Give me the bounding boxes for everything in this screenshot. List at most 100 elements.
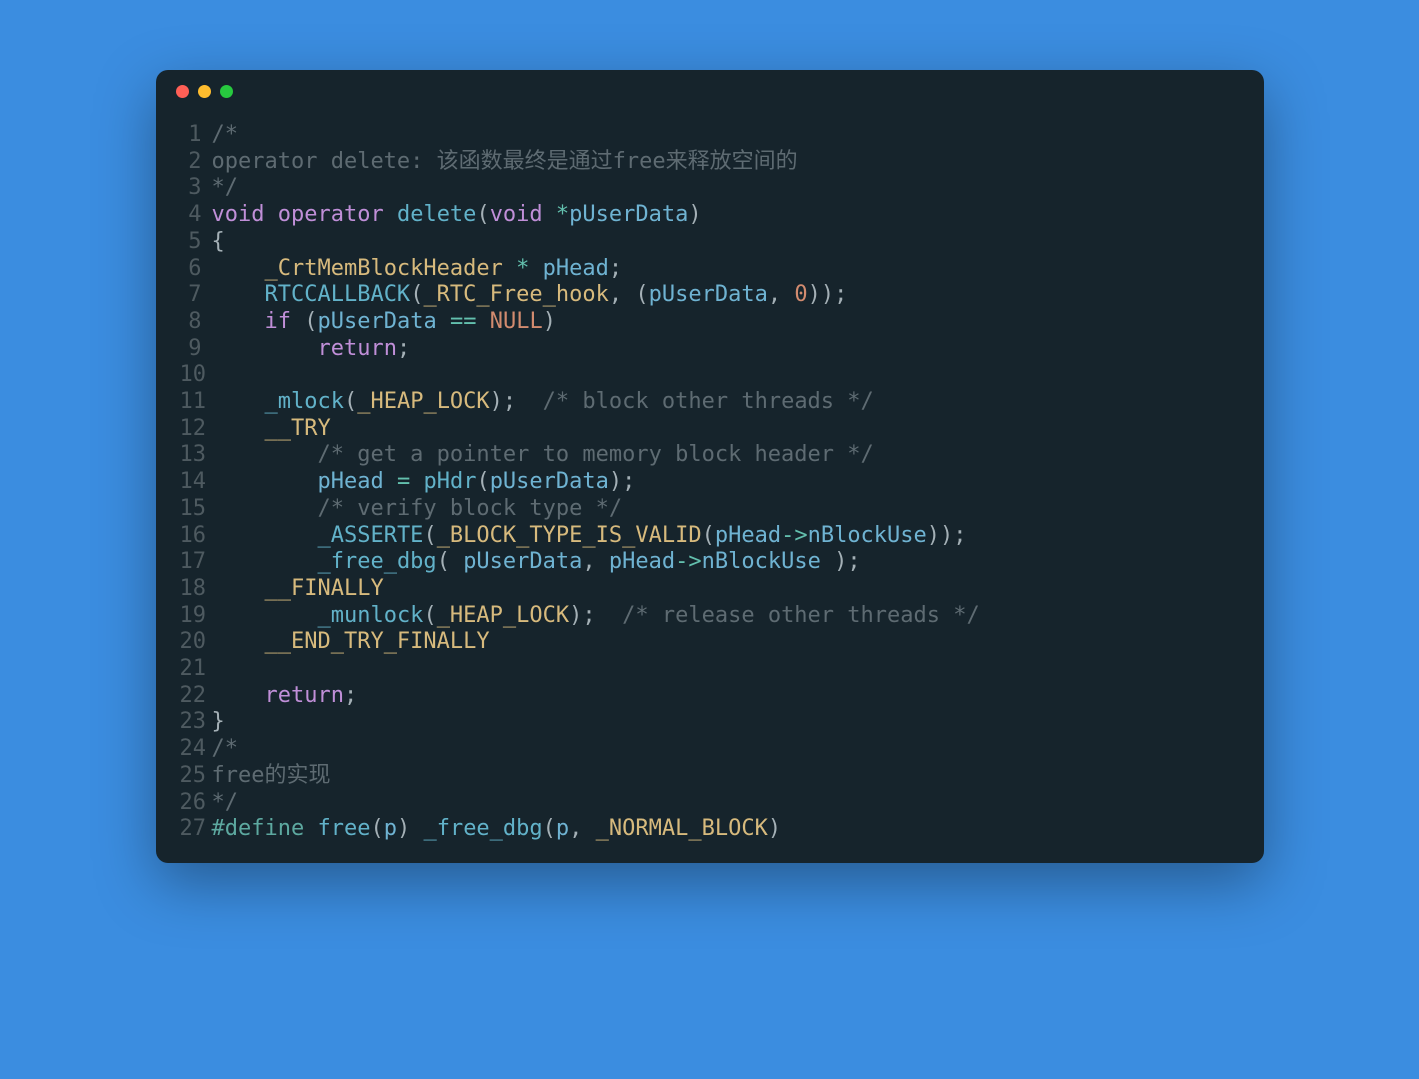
code-line[interactable]: 8 if (pUserData == NULL) [180, 309, 1240, 336]
code-line[interactable]: 24/* [180, 736, 1240, 763]
token-comment: free的实现 [212, 763, 331, 788]
code-line[interactable]: 11 _mlock(_HEAP_LOCK); /* block other th… [180, 389, 1240, 416]
token-param: pUserData [649, 282, 768, 307]
code-line[interactable]: 25free的实现 [180, 763, 1240, 790]
line-number: 17 [180, 549, 212, 576]
token-param: pHead [317, 469, 383, 494]
line-content[interactable]: _ASSERTE(_BLOCK_TYPE_IS_VALID(pHead->nBl… [212, 523, 1240, 550]
code-line[interactable]: 14 pHead = pHdr(pUserData); [180, 469, 1240, 496]
line-content[interactable]: */ [212, 175, 1240, 202]
line-number: 3 [180, 175, 212, 202]
line-number: 24 [180, 736, 212, 763]
code-line[interactable]: 4void operator delete(void *pUserData) [180, 202, 1240, 229]
token-ident: _HEAP_LOCK [357, 389, 489, 414]
code-line[interactable]: 20 __END_TRY_FINALLY [180, 629, 1240, 656]
code-line[interactable]: 21 [180, 656, 1240, 683]
token-comment: /* block other threads */ [543, 389, 874, 414]
line-content[interactable]: } [212, 709, 1240, 736]
zoom-icon[interactable] [220, 85, 233, 98]
line-number: 5 [180, 229, 212, 256]
line-content[interactable]: operator delete: 该函数最终是通过free来释放空间的 [212, 149, 1240, 176]
code-line[interactable]: 18 __FINALLY [180, 576, 1240, 603]
line-content[interactable]: if (pUserData == NULL) [212, 309, 1240, 336]
token-kw: void [212, 202, 265, 227]
code-line[interactable]: 5{ [180, 229, 1240, 256]
token-punc: ( [291, 309, 318, 334]
line-content[interactable]: /* [212, 122, 1240, 149]
token-punc: ( [410, 282, 423, 307]
code-line[interactable]: 13 /* get a pointer to memory block head… [180, 442, 1240, 469]
line-content[interactable]: _CrtMemBlockHeader * pHead; [212, 256, 1240, 283]
token-comment: /* release other threads */ [622, 603, 980, 628]
code-line[interactable]: 26*/ [180, 790, 1240, 817]
token-punc [476, 309, 489, 334]
line-content[interactable]: __FINALLY [212, 576, 1240, 603]
code-line[interactable]: 22 return; [180, 683, 1240, 710]
line-content[interactable] [212, 362, 1240, 389]
token-punc [529, 256, 542, 281]
code-line[interactable]: 6 _CrtMemBlockHeader * pHead; [180, 256, 1240, 283]
minimize-icon[interactable] [198, 85, 211, 98]
token-punc: , [768, 282, 795, 307]
token-op: = [397, 469, 410, 494]
token-ident: __TRY [264, 416, 330, 441]
token-fn: _ASSERTE [317, 523, 423, 548]
line-content[interactable]: { [212, 229, 1240, 256]
line-content[interactable]: RTCCALLBACK(_RTC_Free_hook, (pUserData, … [212, 282, 1240, 309]
token-punc [212, 603, 318, 628]
line-content[interactable] [212, 656, 1240, 683]
token-punc: ); [609, 469, 636, 494]
code-line[interactable]: 19 _munlock(_HEAP_LOCK); /* release othe… [180, 603, 1240, 630]
line-number: 8 [180, 309, 212, 336]
code-line[interactable]: 15 /* verify block type */ [180, 496, 1240, 523]
line-number: 14 [180, 469, 212, 496]
code-line[interactable]: 23} [180, 709, 1240, 736]
token-fn: _free_dbg [317, 549, 436, 574]
line-content[interactable]: _free_dbg( pUserData, pHead->nBlockUse )… [212, 549, 1240, 576]
line-content[interactable]: */ [212, 790, 1240, 817]
token-comment: /* verify block type */ [317, 496, 622, 521]
token-punc: ( [437, 549, 464, 574]
code-line[interactable]: 9 return; [180, 336, 1240, 363]
line-content[interactable]: /* verify block type */ [212, 496, 1240, 523]
token-param: nBlockUse [808, 523, 927, 548]
code-line[interactable]: 1/* [180, 122, 1240, 149]
line-content[interactable]: _munlock(_HEAP_LOCK); /* release other t… [212, 603, 1240, 630]
token-punc [212, 416, 265, 441]
token-comment: operator delete: 该函数最终是通过free来释放空间的 [212, 149, 798, 174]
token-fn: RTCCALLBACK [264, 282, 410, 307]
code-line[interactable]: 17 _free_dbg( pUserData, pHead->nBlockUs… [180, 549, 1240, 576]
line-content[interactable]: return; [212, 336, 1240, 363]
line-content[interactable]: /* [212, 736, 1240, 763]
token-punc: ( [476, 469, 489, 494]
code-line[interactable]: 16 _ASSERTE(_BLOCK_TYPE_IS_VALID(pHead->… [180, 523, 1240, 550]
line-content[interactable]: _mlock(_HEAP_LOCK); /* block other threa… [212, 389, 1240, 416]
token-punc: ) [688, 202, 701, 227]
token-def: #define [212, 816, 305, 841]
code-line[interactable]: 2operator delete: 该函数最终是通过free来释放空间的 [180, 149, 1240, 176]
code-editor[interactable]: 1/*2operator delete: 该函数最终是通过free来释放空间的3… [156, 112, 1264, 843]
token-ident: _NORMAL_BLOCK [596, 816, 768, 841]
token-comment: */ [212, 790, 239, 815]
code-line[interactable]: 3*/ [180, 175, 1240, 202]
line-content[interactable]: #define free(p) _free_dbg(p, _NORMAL_BLO… [212, 816, 1240, 843]
code-line[interactable]: 7 RTCCALLBACK(_RTC_Free_hook, (pUserData… [180, 282, 1240, 309]
line-content[interactable]: pHead = pHdr(pUserData); [212, 469, 1240, 496]
line-content[interactable]: __END_TRY_FINALLY [212, 629, 1240, 656]
token-punc [437, 309, 450, 334]
line-number: 21 [180, 656, 212, 683]
close-icon[interactable] [176, 85, 189, 98]
token-punc [212, 389, 265, 414]
line-content[interactable]: free的实现 [212, 763, 1240, 790]
line-number: 25 [180, 763, 212, 790]
line-content[interactable]: void operator delete(void *pUserData) [212, 202, 1240, 229]
line-content[interactable]: __TRY [212, 416, 1240, 443]
code-line[interactable]: 12 __TRY [180, 416, 1240, 443]
line-content[interactable]: /* get a pointer to memory block header … [212, 442, 1240, 469]
code-line[interactable]: 10 [180, 362, 1240, 389]
token-op: == [450, 309, 477, 334]
code-line[interactable]: 27#define free(p) _free_dbg(p, _NORMAL_B… [180, 816, 1240, 843]
token-punc [212, 442, 318, 467]
line-content[interactable]: return; [212, 683, 1240, 710]
line-number: 1 [180, 122, 212, 149]
